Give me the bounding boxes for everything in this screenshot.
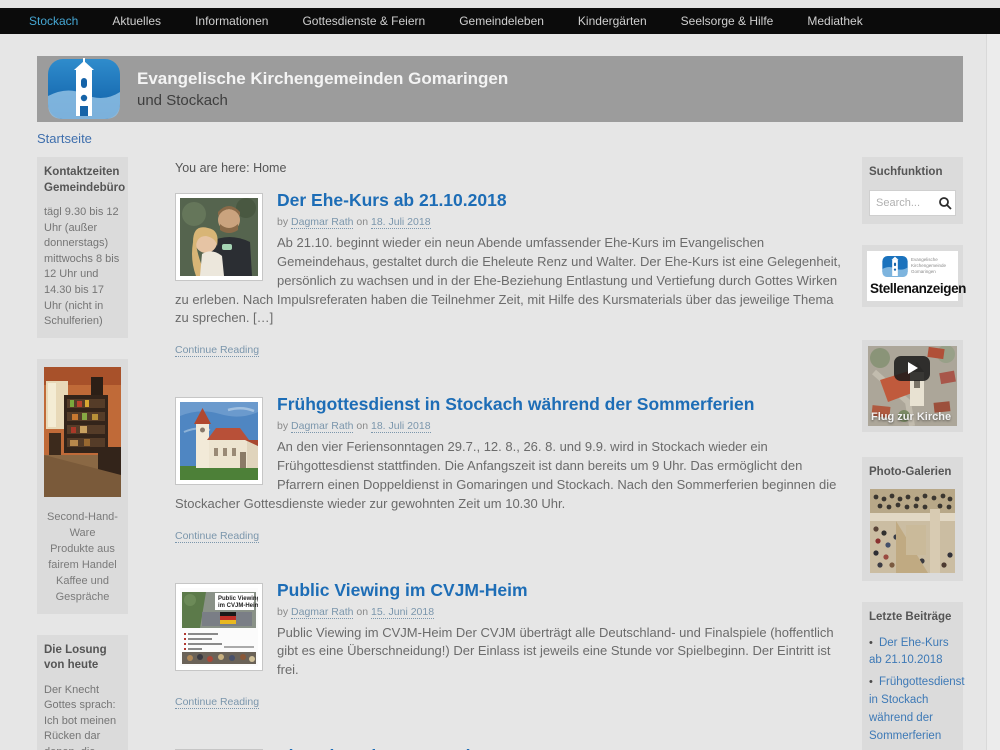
post-author-link[interactable]: Dagmar Rath — [291, 606, 353, 619]
post-title[interactable]: Frühgottesdienst in Stockach während der… — [175, 394, 845, 415]
nav-item-kindergaerten[interactable]: Kindergärten — [561, 14, 664, 28]
site-title-line2: und Stockach — [137, 92, 508, 109]
post-thumbnail-poster[interactable]: Public Viewing im CVJM-Heim — [175, 583, 263, 671]
widget-photo-galerien: Photo-Galerien — [862, 457, 963, 582]
nav-item-gemeindeleben[interactable]: Gemeindeleben — [442, 14, 561, 28]
post-meta: by Dagmar Rath on 18. Juli 2018 — [175, 216, 845, 228]
meta-on-label: on — [356, 606, 368, 618]
top-strip — [0, 0, 1000, 8]
nav-item-mediathek[interactable]: Mediathek — [790, 14, 879, 28]
church-tower-logo-small-icon — [882, 255, 908, 278]
post-sitzpolster: Sitzpolster im neuen Bistro by Dagmar Ra… — [175, 746, 845, 750]
stellenanzeigen-label: Stellenanzeigen — [870, 281, 955, 296]
widget-losung: Die Losung von heute Der Knecht Gottes s… — [37, 635, 128, 750]
site-title-line1: Evangelische Kirchengemeinden Gomaringen — [137, 69, 508, 89]
main-navbar: Stockach Aktuelles Informationen Gottesd… — [0, 8, 1000, 34]
meta-by-label: by — [277, 216, 288, 228]
continue-reading-link[interactable]: Continue Reading — [175, 696, 259, 709]
post-excerpt: Ab 21.10. beginnt wieder ein neun Abende… — [175, 234, 845, 328]
continue-reading-link[interactable]: Continue Reading — [175, 344, 259, 357]
stellenanzeigen-logo-caption: Evangelische Kirchengemeinde Gomaringen — [911, 257, 955, 275]
post-date-link[interactable]: 18. Juli 2018 — [371, 216, 431, 229]
meta-on-label: on — [356, 216, 368, 228]
nav-item-aktuelles[interactable]: Aktuelles — [95, 14, 178, 28]
widget-losung-text: Der Knecht Gottes sprach: Ich bot meinen… — [44, 683, 121, 750]
church-interior-photo[interactable] — [870, 489, 955, 573]
recent-post-link[interactable]: Frühgottesdienst in Stockach während der… — [869, 674, 956, 745]
widget-kontaktzeiten-text: tägl 9.30 bis 12 Uhr (außer donnerstags)… — [44, 205, 121, 330]
search-icon[interactable] — [938, 196, 952, 210]
breadcrumb: You are here: Home — [175, 161, 845, 175]
post-title[interactable]: Der Ehe-Kurs ab 21.10.2018 — [175, 190, 845, 211]
widget-video: Flug zur Kirche — [862, 340, 963, 432]
svg-text:im CVJM-Heim: im CVJM-Heim — [218, 603, 258, 609]
video-thumbnail[interactable]: Flug zur Kirche — [868, 346, 957, 426]
post-title[interactable]: Sitzpolster im neuen Bistro — [175, 746, 845, 750]
site-header: Evangelische Kirchengemeinden Gomaringen… — [37, 56, 963, 122]
post-meta: by Dagmar Rath on 18. Juli 2018 — [175, 420, 845, 432]
nav-item-gottesdienste-feiern[interactable]: Gottesdienste & Feiern — [285, 14, 442, 28]
video-caption: Flug zur Kirche — [871, 411, 951, 423]
nav-item-informationen[interactable]: Informationen — [178, 14, 285, 28]
stockach-church-photo — [180, 402, 258, 480]
secondhand-caption-line3: Kaffee und Gespräche — [44, 574, 121, 606]
secondhand-caption-line1: Second-Hand-Ware — [44, 510, 121, 542]
continue-reading-link[interactable]: Continue Reading — [175, 530, 259, 543]
post-thumbnail-wedding[interactable] — [175, 193, 263, 281]
post-ehe-kurs: Der Ehe-Kurs ab 21.10.2018 by Dagmar Rat… — [175, 190, 845, 358]
nav-item-seelsorge-hilfe[interactable]: Seelsorge & Hilfe — [664, 14, 791, 28]
meta-on-label: on — [356, 420, 368, 432]
post-date-link[interactable]: 15. Juni 2018 — [371, 606, 434, 619]
secondhand-caption-line2: Produkte aus fairem Handel — [44, 542, 121, 574]
recent-posts-list: Der Ehe-Kurs ab 21.10.2018 Frühgottesdie… — [869, 635, 956, 750]
post-title[interactable]: Public Viewing im CVJM-Heim — [175, 580, 845, 601]
post-excerpt: An den vier Feriensonntagen 29.7., 12. 8… — [175, 438, 845, 513]
main-content: You are here: Home — [175, 157, 845, 750]
left-sidebar: Kontaktzeiten Gemeindebüro tägl 9.30 bis… — [37, 157, 128, 750]
secondhand-shop-photo — [44, 367, 121, 497]
public-viewing-poster: Public Viewing im CVJM-Heim — [180, 588, 258, 666]
church-tower-logo-icon[interactable] — [47, 58, 121, 120]
widget-kontaktzeiten: Kontaktzeiten Gemeindebüro tägl 9.30 bis… — [37, 157, 128, 338]
post-author-link[interactable]: Dagmar Rath — [291, 420, 353, 433]
post-date-link[interactable]: 18. Juli 2018 — [371, 420, 431, 433]
widget-losung-title: Die Losung von heute — [44, 643, 121, 674]
meta-by-label: by — [277, 420, 288, 432]
post-author-link[interactable]: Dagmar Rath — [291, 216, 353, 229]
widget-gallery-title: Photo-Galerien — [869, 465, 956, 481]
post-excerpt: Public Viewing im CVJM-Heim Der CVJM übe… — [175, 624, 845, 681]
secondhand-caption: Second-Hand-Ware Produkte aus fairem Han… — [44, 510, 121, 606]
scrollbar[interactable] — [986, 34, 1000, 750]
svg-text:Public Viewing: Public Viewing — [218, 596, 258, 602]
widget-stellenanzeigen: Evangelische Kirchengemeinde Gomaringen … — [862, 245, 963, 307]
widget-secondhand: Second-Hand-Ware Produkte aus fairem Han… — [37, 359, 128, 614]
widget-letzte-beitraege: Letzte Beiträge Der Ehe-Kurs ab 21.10.20… — [862, 602, 963, 750]
right-sidebar: Suchfunktion — [862, 157, 963, 750]
meta-by-label: by — [277, 606, 288, 618]
widget-search: Suchfunktion — [862, 157, 963, 224]
post-thumbnail-church[interactable] — [175, 397, 263, 485]
recent-post-link[interactable]: Der Ehe-Kurs ab 21.10.2018 — [869, 635, 956, 671]
startseite-link[interactable]: Startseite — [37, 131, 963, 146]
play-button-icon[interactable] — [894, 356, 930, 381]
post-meta: by Dagmar Rath on 15. Juni 2018 — [175, 606, 845, 618]
widget-recent-title: Letzte Beiträge — [869, 610, 956, 626]
nav-item-stockach[interactable]: Stockach — [12, 14, 95, 28]
post-fruehgottesdienst: Frühgottesdienst in Stockach während der… — [175, 394, 845, 543]
widget-kontaktzeiten-title: Kontaktzeiten Gemeindebüro — [44, 165, 121, 196]
wedding-couple-photo — [180, 198, 258, 276]
widget-search-title: Suchfunktion — [869, 165, 956, 181]
post-public-viewing: Public Viewing im CVJM-Heim Pu — [175, 580, 845, 711]
stellenanzeigen-banner[interactable]: Evangelische Kirchengemeinde Gomaringen … — [867, 251, 958, 301]
